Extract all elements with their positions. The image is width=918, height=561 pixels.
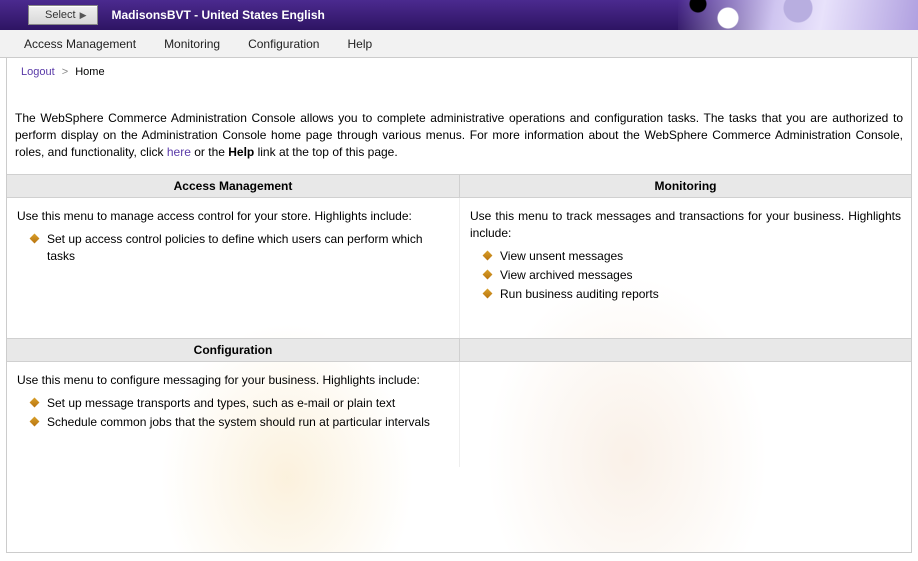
list-item: Set up access control policies to define… <box>47 231 449 265</box>
panel-head-config: Configuration <box>7 338 459 362</box>
select-button-label: Select <box>45 9 76 21</box>
panel-head-empty <box>459 338 911 362</box>
panel-list-monitoring: View unsent messages View archived messa… <box>470 248 901 302</box>
panel-desc-access: Use this menu to manage access control f… <box>17 209 412 223</box>
intro-part3: link at the top of this page. <box>254 145 397 159</box>
chevron-right-icon: ▶ <box>80 10 87 21</box>
list-item: Run business auditing reports <box>500 286 901 303</box>
panel-body-empty <box>459 362 911 466</box>
breadcrumb-separator: > <box>62 66 68 78</box>
panel-head-access: Access Management <box>7 174 459 198</box>
intro-text: The WebSphere Commerce Administration Co… <box>7 86 911 174</box>
panel-body-monitoring: Use this menu to track messages and tran… <box>459 198 911 338</box>
panel-desc-config: Use this menu to configure messaging for… <box>17 373 420 387</box>
panels-grid: Access Management Monitoring Use this me… <box>7 174 911 466</box>
panel-desc-monitoring: Use this menu to track messages and tran… <box>470 209 901 240</box>
breadcrumb-current: Home <box>75 66 104 78</box>
breadcrumb: Logout > Home <box>7 58 911 86</box>
list-item: View archived messages <box>500 267 901 284</box>
select-button[interactable]: Select ▶ <box>28 5 98 25</box>
panel-list-access: Set up access control policies to define… <box>17 231 449 265</box>
list-item: View unsent messages <box>500 248 901 265</box>
menu-bar: Access Management Monitoring Configurati… <box>0 30 918 58</box>
panel-body-access: Use this menu to manage access control f… <box>7 198 459 338</box>
menu-access-management[interactable]: Access Management <box>24 37 136 51</box>
menu-help[interactable]: Help <box>347 37 372 51</box>
intro-help-word: Help <box>228 145 254 159</box>
panel-body-config: Use this menu to configure messaging for… <box>7 362 459 466</box>
panel-head-monitoring: Monitoring <box>459 174 911 198</box>
site-title: MadisonsBVT - United States English <box>112 8 325 22</box>
panel-list-config: Set up message transports and types, suc… <box>17 395 449 431</box>
top-bar: Select ▶ MadisonsBVT - United States Eng… <box>0 0 918 30</box>
list-item: Set up message transports and types, suc… <box>47 395 449 412</box>
intro-part2: or the <box>191 145 228 159</box>
menu-monitoring[interactable]: Monitoring <box>164 37 220 51</box>
intro-here-link[interactable]: here <box>167 145 191 159</box>
list-item: Schedule common jobs that the system sho… <box>47 414 449 431</box>
header-decoration <box>678 0 918 30</box>
intro-part1: The WebSphere Commerce Administration Co… <box>15 111 903 159</box>
content-area: Logout > Home The WebSphere Commerce Adm… <box>6 58 912 553</box>
menu-configuration[interactable]: Configuration <box>248 37 319 51</box>
breadcrumb-logout-link[interactable]: Logout <box>21 66 55 78</box>
